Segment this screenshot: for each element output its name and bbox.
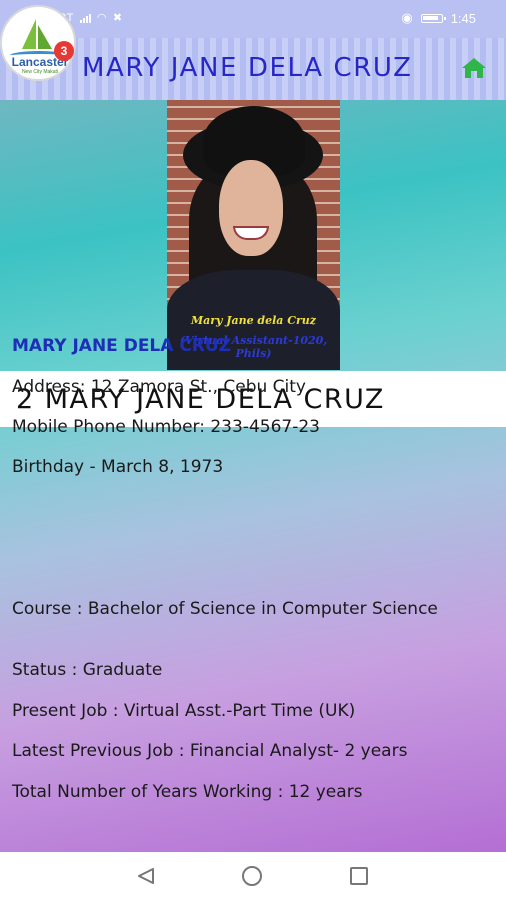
status-right: ◉ 1:45 [401, 10, 476, 26]
birthday-text: Birthday - March 8, 1973 [12, 457, 224, 477]
back-icon[interactable] [136, 867, 156, 885]
years-working-text: Total Number of Years Working : 12 years [12, 782, 363, 802]
status-text: Status : Graduate [12, 660, 163, 680]
present-job-text: Present Job : Virtual Asst.-Part Time (U… [12, 701, 356, 721]
notification-badge: 3 [54, 41, 74, 61]
clock: 1:45 [450, 10, 476, 26]
status-bar: SMART ◠ ✖ ◉ 1:45 [0, 0, 506, 38]
logo-sail-icon [38, 25, 52, 49]
recent-apps-icon[interactable] [350, 867, 368, 885]
course-text: Course : Bachelor of Science in Computer… [12, 599, 438, 619]
address-text: Address: 12 Zamora St., Cebu City [12, 377, 306, 397]
photo-caption-name: Mary Jane dela Cruz [190, 314, 317, 327]
logo-tagline: New City Makati [21, 69, 59, 75]
wifi-icon: ◠ [96, 12, 107, 24]
signal-icon [79, 13, 91, 23]
usb-icon: ✖ [112, 12, 123, 24]
logo-sail-icon [22, 19, 36, 49]
eye-icon: ◉ [401, 10, 413, 25]
navigation-bar [0, 852, 506, 900]
home-icon[interactable] [461, 57, 487, 79]
profile-name: MARY JANE DELA CRUZ [12, 336, 232, 356]
page-title: MARY JANE DELA CRUZ [82, 53, 413, 83]
battery-icon [420, 13, 446, 23]
phone-text: Mobile Phone Number: 233-4567-23 [12, 417, 320, 437]
home-nav-icon[interactable] [242, 866, 262, 886]
profile-photo: Mary Jane dela Cruz (Virtual Assistant-1… [167, 100, 340, 370]
previous-job-text: Latest Previous Job : Financial Analyst-… [12, 741, 408, 761]
